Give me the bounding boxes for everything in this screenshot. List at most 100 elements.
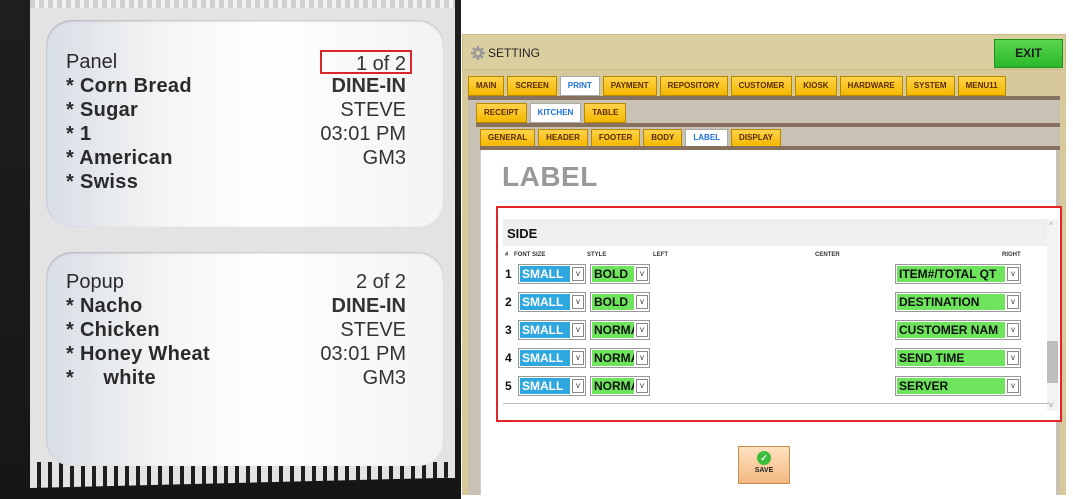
font-size-value: SMALL (520, 350, 570, 366)
label-settings-content: LABEL SIDE ^ v # FONT SIZE STYLE LEFT CE… (480, 150, 1062, 495)
chevron-down-icon[interactable]: v (1007, 323, 1019, 337)
chevron-down-icon[interactable]: v (572, 295, 584, 309)
font-size-value: SMALL (520, 378, 570, 394)
tab-print[interactable]: PRINT (559, 76, 600, 96)
settings-window: SETTING EXIT MAIN SCREEN PRINT PAYMENT REPOS… (462, 34, 1066, 495)
row-number: 4 (505, 351, 512, 365)
side-row: 4SMALLvNORMAvSEND TIMEv (505, 348, 1035, 368)
font-size-value: SMALL (520, 294, 570, 310)
label-1-customer: STEVE (340, 99, 406, 121)
right-field-select[interactable]: CUSTOMER NAM v (895, 320, 1021, 340)
chevron-down-icon[interactable]: v (1007, 267, 1019, 281)
right-field-value: SERVER (897, 378, 1005, 394)
label-1-destination: DINE-IN (331, 75, 406, 97)
tab-menu11[interactable]: MENU11 (957, 76, 1006, 96)
printed-label-2: Popup * Nacho * Chicken * Honey Wheat * … (46, 252, 444, 466)
right-field-select[interactable]: DESTINATION v (895, 292, 1021, 312)
scroll-down-icon[interactable]: v (1049, 400, 1053, 409)
chevron-down-icon[interactable]: v (572, 351, 584, 365)
exit-button[interactable]: EXIT (994, 39, 1063, 68)
chevron-down-icon[interactable]: v (572, 267, 584, 281)
tab-footer[interactable]: FOOTER (590, 129, 641, 147)
tab-main[interactable]: MAIN (468, 76, 505, 96)
side-section-title: SIDE (507, 226, 538, 241)
tab-receipt[interactable]: RECEIPT (476, 103, 527, 123)
right-field-select[interactable]: SEND TIME v (895, 348, 1021, 368)
label-2-item: * Chicken (66, 319, 160, 341)
tab-band (476, 123, 1060, 127)
paper-top-edge (30, 0, 455, 8)
tab-table[interactable]: TABLE (584, 103, 627, 123)
check-icon: ✓ (757, 451, 771, 465)
font-size-select[interactable]: SMALL v (518, 348, 586, 368)
label-2-destination: DINE-IN (331, 295, 406, 317)
font-size-select[interactable]: SMALL v (518, 320, 586, 340)
tab-body[interactable]: BODY (643, 129, 683, 147)
style-select[interactable]: NORMAv (590, 320, 650, 340)
style-value: BOLD (592, 266, 634, 282)
right-field-select[interactable]: SERVER v (895, 376, 1021, 396)
label-1-title: Panel (66, 51, 118, 73)
chevron-down-icon[interactable]: v (572, 379, 584, 393)
side-row: 2 SMALL v BOLD v DESTINATION v (505, 292, 1035, 312)
gear-icon (471, 46, 485, 60)
style-select[interactable]: NORMAv (590, 348, 650, 368)
label-2-item: * Nacho (66, 295, 143, 317)
font-size-select[interactable]: SMALL v (518, 376, 586, 396)
chevron-down-icon[interactable]: v (636, 351, 648, 365)
chevron-down-icon[interactable]: v (1007, 351, 1019, 365)
side-section-header: SIDE (503, 219, 1049, 246)
tab-header[interactable]: HEADER (538, 129, 588, 147)
side-section-highlight: SIDE ^ v # FONT SIZE STYLE LEFT CENTER R… (496, 206, 1062, 422)
tab-screen[interactable]: SCREEN (507, 76, 557, 96)
label-1-item: * Swiss (66, 171, 139, 193)
vertical-scrollbar[interactable]: ^ v (1047, 219, 1058, 411)
chevron-down-icon[interactable]: v (636, 379, 648, 393)
save-label: SAVE (754, 467, 774, 474)
column-header-left: LEFT (653, 252, 668, 258)
tab-display[interactable]: DISPLAY (731, 129, 781, 147)
label-2-fields: 2 of 2 DINE-IN STEVE 03:01 PM GM3 (320, 270, 406, 390)
chevron-down-icon[interactable]: v (572, 323, 584, 337)
tab-hardware[interactable]: HARDWARE (839, 76, 903, 96)
chevron-down-icon[interactable]: v (1007, 379, 1019, 393)
style-value: BOLD (592, 294, 634, 310)
chevron-down-icon[interactable]: v (636, 267, 648, 281)
scroll-up-icon[interactable]: ^ (1049, 221, 1053, 230)
row-number: 3 (505, 323, 512, 337)
style-select[interactable]: BOLD v (590, 292, 650, 312)
window-title: SETTING (488, 46, 541, 60)
tab-repository[interactable]: REPOSITORY (659, 76, 728, 96)
chevron-down-icon[interactable]: v (636, 295, 648, 309)
tab-system[interactable]: SYSTEM (905, 76, 955, 96)
right-field-value: CUSTOMER NAM (897, 322, 1005, 338)
label-2-item: * white (66, 367, 156, 389)
label-1-time: 03:01 PM (320, 123, 406, 145)
tab-customer[interactable]: CUSTOMER (730, 76, 793, 96)
column-header-center: CENTER (815, 252, 840, 258)
page-title: LABEL (502, 161, 598, 192)
chevron-down-icon[interactable]: v (1007, 295, 1019, 309)
scrollbar-thumb[interactable] (1047, 341, 1058, 383)
label-1-items: Panel * Corn Bread * Sugar * 1 * America… (66, 50, 192, 194)
main-tabs: MAIN SCREEN PRINT PAYMENT REPOSITORY CUSTOMER… (468, 76, 1006, 96)
tab-kiosk[interactable]: KIOSK (795, 76, 837, 96)
style-value: NORMA (592, 378, 634, 394)
tab-label[interactable]: LABEL (685, 129, 729, 147)
tab-general[interactable]: GENERAL (480, 129, 536, 147)
tab-payment[interactable]: PAYMENT (602, 76, 657, 96)
style-select[interactable]: NORMAv (590, 376, 650, 396)
label-2-title: Popup (66, 271, 124, 293)
save-button[interactable]: ✓ SAVE (738, 446, 790, 484)
label-2-time: 03:01 PM (320, 343, 406, 365)
row-number: 2 (505, 295, 512, 309)
font-size-select[interactable]: SMALL v (518, 264, 586, 284)
style-select[interactable]: BOLD v (590, 264, 650, 284)
tab-kitchen[interactable]: KITCHEN (529, 103, 582, 123)
right-field-select[interactable]: ITEM#/TOTAL QT v (895, 264, 1021, 284)
style-value: NORMA (592, 322, 634, 338)
font-size-select[interactable]: SMALL v (518, 292, 586, 312)
font-size-value: SMALL (520, 322, 570, 338)
right-field-value: DESTINATION (897, 294, 1005, 310)
chevron-down-icon[interactable]: v (636, 323, 648, 337)
